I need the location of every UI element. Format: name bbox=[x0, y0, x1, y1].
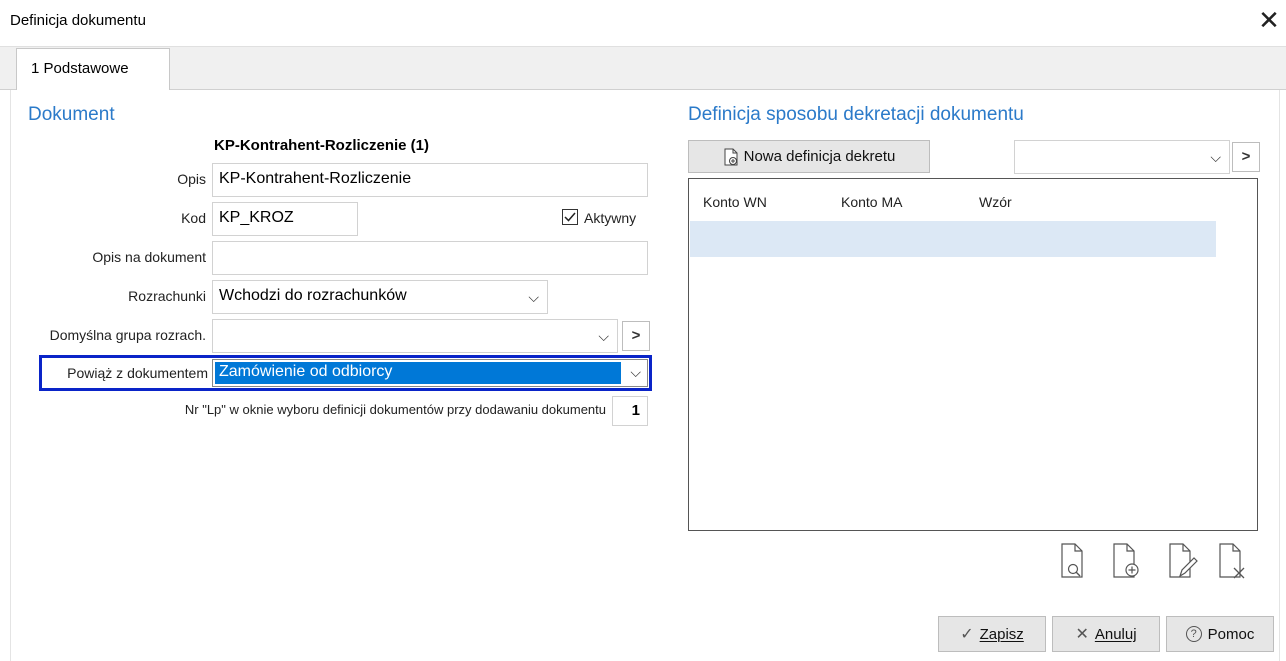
opis-label: Opis bbox=[177, 171, 206, 187]
save-button-label: Zapisz bbox=[979, 625, 1024, 643]
rozrachunki-select[interactable]: Wchodzi do rozrachunków ⌵ bbox=[212, 280, 548, 314]
document-header-name: KP-Kontrahent-Rozliczenie (1) bbox=[214, 137, 430, 154]
decree-filter-select[interactable]: ⌵ bbox=[1014, 140, 1230, 174]
delete-document-icon[interactable] bbox=[1218, 543, 1248, 579]
rozrachunki-value: Wchodzi do rozrachunków bbox=[219, 287, 407, 304]
chevron-down-icon: ⌵ bbox=[598, 328, 609, 344]
new-decree-button[interactable]: Nowa definicja dekretu bbox=[688, 140, 930, 173]
grupa-rozrach-open-button[interactable]: > bbox=[622, 321, 650, 351]
chevron-down-icon: ⌵ bbox=[1210, 149, 1221, 165]
chevron-down-icon: ⌵ bbox=[528, 289, 539, 305]
help-button[interactable]: ? Pomoc bbox=[1166, 616, 1274, 652]
rozrachunki-label: Rozrachunki bbox=[128, 288, 206, 304]
section-title-dokument: Dokument bbox=[28, 104, 115, 125]
decree-filter-open-button[interactable]: > bbox=[1232, 142, 1260, 172]
new-decree-button-label: Nowa definicja dekretu bbox=[743, 148, 896, 165]
help-button-label: Pomoc bbox=[1207, 625, 1255, 643]
powiaz-value: Zamówienie od odbiorcy bbox=[215, 362, 621, 384]
close-icon[interactable]: ✕ bbox=[1252, 4, 1286, 38]
column-header-konto-ma[interactable]: Konto MA bbox=[841, 194, 902, 210]
edit-document-icon[interactable] bbox=[1168, 543, 1198, 579]
kod-label: Kod bbox=[181, 210, 206, 226]
new-document-icon bbox=[724, 148, 738, 165]
powiaz-label: Powiąż z dokumentem bbox=[67, 365, 208, 381]
lp-field[interactable]: 1 bbox=[612, 396, 648, 426]
close-icon: ✕ bbox=[1075, 626, 1089, 643]
aktywny-checkbox[interactable] bbox=[562, 209, 578, 225]
check-icon: ✓ bbox=[960, 626, 974, 643]
table-row[interactable] bbox=[690, 221, 1216, 257]
kod-field[interactable]: KP_KROZ bbox=[212, 202, 358, 236]
tab-podstawowe[interactable]: 1 Podstawowe bbox=[16, 48, 170, 91]
decree-grid[interactable]: Konto WN Konto MA Wzór bbox=[688, 178, 1258, 531]
powiaz-select[interactable]: Zamówienie od odbiorcy ⌵ bbox=[212, 359, 648, 387]
tab-strip bbox=[0, 46, 1286, 90]
add-document-icon[interactable] bbox=[1112, 543, 1142, 579]
window-title: Definicja dokumentu bbox=[10, 12, 146, 29]
lp-label: Nr "Lp" w oknie wyboru definicji dokumen… bbox=[184, 402, 606, 417]
cancel-button-label: Anuluj bbox=[1094, 625, 1137, 643]
save-button[interactable]: ✓ Zapisz bbox=[938, 616, 1046, 652]
aktywny-label: Aktywny bbox=[584, 210, 637, 226]
title-bar bbox=[0, 0, 1286, 46]
section-title-dekretacja: Definicja sposobu dekretacji dokumentu bbox=[688, 104, 1024, 125]
chevron-down-icon: ⌵ bbox=[630, 364, 641, 380]
grupa-rozrach-label: Domyślna grupa rozrach. bbox=[49, 327, 206, 343]
opis-field[interactable]: KP-Kontrahent-Rozliczenie bbox=[212, 163, 648, 197]
preview-document-icon[interactable] bbox=[1060, 543, 1086, 579]
grupa-rozrach-select[interactable]: ⌵ bbox=[212, 319, 618, 353]
column-header-wzor[interactable]: Wzór bbox=[979, 194, 1012, 210]
help-icon: ? bbox=[1185, 626, 1202, 642]
column-header-konto-wn[interactable]: Konto WN bbox=[703, 194, 767, 210]
opis-na-dokument-field[interactable] bbox=[212, 241, 648, 275]
opis-na-dokument-label: Opis na dokument bbox=[92, 249, 206, 265]
cancel-button[interactable]: ✕ Anuluj bbox=[1052, 616, 1160, 652]
check-icon bbox=[564, 212, 576, 222]
